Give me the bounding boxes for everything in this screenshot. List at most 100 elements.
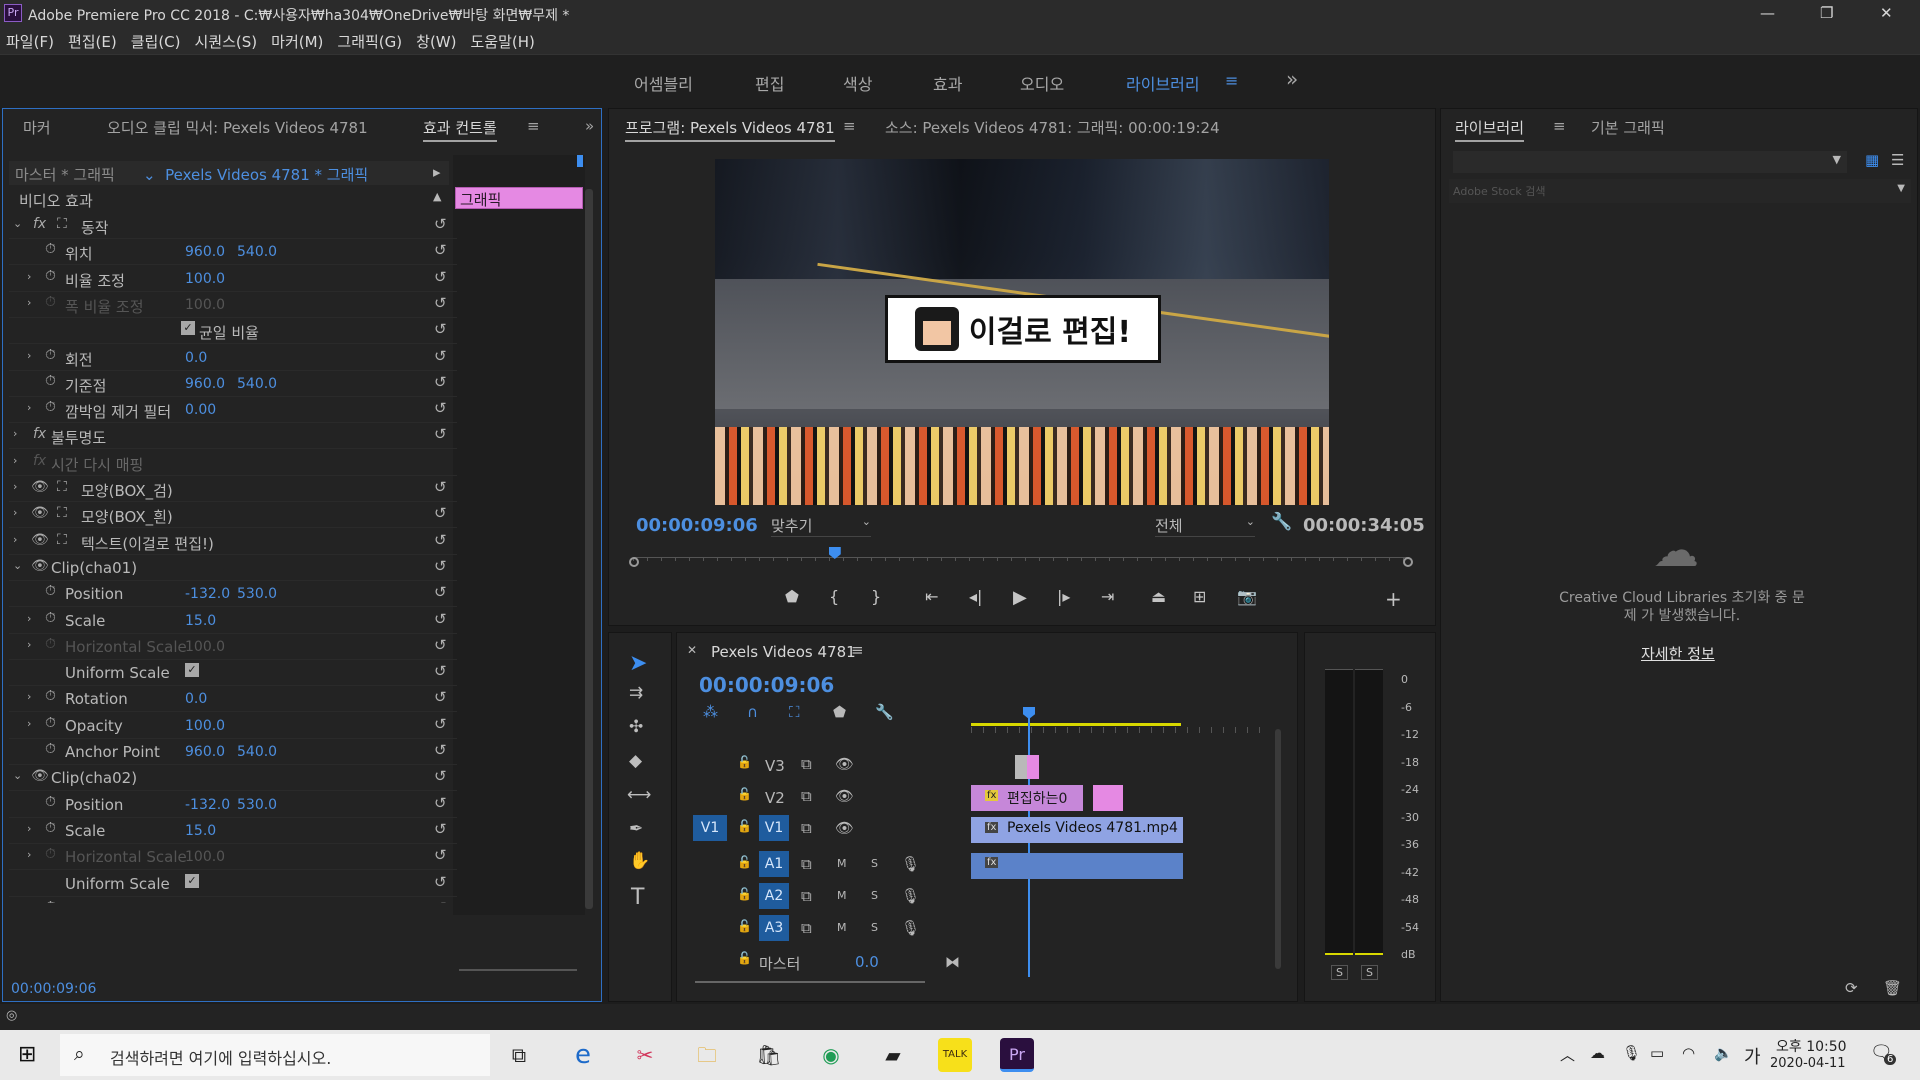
eye-icon[interactable]: 👁 [835,755,854,773]
lock-icon[interactable]: 🔓 [737,951,752,965]
workspace-libraries[interactable]: 라이브러리 [1126,71,1200,95]
effect-row[interactable]: › ⏱ Horizontal Scale 100.0 ↺ [9,844,457,871]
reset-icon[interactable]: ↺ [434,846,447,864]
tab-libraries[interactable]: 라이브러리 [1455,117,1525,142]
collapse-arrow-icon[interactable]: ▲ [433,190,441,203]
mini-zoom-bar[interactable] [459,969,577,971]
property-value[interactable]: 100.0 [185,639,225,655]
effect-row[interactable]: ⏱ 기준점 960.0 540.0 ↺ [9,371,457,397]
effect-controls-timecode[interactable]: 00:00:09:06 [11,981,96,997]
track-name-a2[interactable]: A2 [759,883,789,909]
effect-scrollbar[interactable] [585,189,593,909]
stopwatch-icon[interactable]: ⏱ [45,241,56,257]
master-track-value[interactable]: 0.0 [855,953,879,971]
reset-icon[interactable]: ↺ [434,425,447,443]
workspace-menu-icon[interactable]: ≡ [1225,71,1238,90]
sync-lock-icon[interactable]: ⧉ [801,819,812,837]
sync-lock-icon[interactable]: ⧉ [801,855,812,873]
play-icon[interactable]: ▶ [1013,587,1027,608]
sequence-menu-icon[interactable]: ≡ [851,641,864,659]
property-value[interactable]: 960.0 [185,744,225,760]
expand-arrow-icon[interactable]: › [27,270,31,283]
minimize-button[interactable]: — [1760,4,1775,22]
fx-icon[interactable]: fx [33,453,46,469]
effect-row[interactable]: ⌄ fx ⛶ 동작 ↺ [9,213,457,239]
property-value[interactable]: -132.0 [185,586,230,602]
tab-source[interactable]: 소스: Pexels Videos 4781: 그래픽: 00:00:19:24 [885,117,1220,138]
stock-search-input[interactable]: Adobe Stock 검색 ▼ [1449,179,1911,203]
kakaotalk-icon[interactable]: TALK [938,1038,972,1072]
mic-icon[interactable]: 🎙 [901,919,920,937]
reset-icon[interactable]: ↺ [434,688,447,706]
workspace-effects[interactable]: 효과 [933,71,962,95]
property-value-2[interactable]: 530.0 [237,797,277,813]
expand-arrow-icon[interactable]: › [13,480,17,493]
reset-icon[interactable]: ↺ [434,741,447,759]
panel-overflow-icon[interactable]: » [585,117,594,135]
library-dropdown[interactable]: ▼ [1453,151,1847,173]
list-view-icon[interactable]: ☰ [1891,151,1904,169]
effect-row[interactable]: ⏱ Position -132.0 530.0 ↺ [9,581,457,608]
wifi-icon[interactable]: ◠ [1682,1044,1695,1062]
timeline-vscroll[interactable] [1275,729,1281,969]
stopwatch-icon[interactable]: ⏱ [45,820,56,836]
expand-arrow-icon[interactable]: › [13,533,17,546]
file-explorer-icon[interactable]: 🗀 [690,1038,724,1072]
work-area-bar[interactable] [971,723,1181,726]
menu-clip[interactable]: 클립(C) [131,31,181,52]
onedrive-icon[interactable]: ☁ [1590,1044,1605,1062]
go-to-out-icon[interactable]: ⇥ [1101,587,1114,606]
eye-toggle-icon[interactable]: 👁 [31,479,49,495]
snip-icon[interactable]: ✂ [628,1038,662,1072]
reset-icon[interactable]: ↺ [434,715,447,733]
reset-icon[interactable]: ↺ [434,504,447,522]
reset-icon[interactable]: ↺ [434,347,447,365]
stopwatch-icon[interactable]: ⏱ [45,583,56,599]
ripple-edit-tool-icon[interactable]: ✣ [629,717,643,737]
clip-v3-gray[interactable] [1015,755,1027,779]
property-value-2[interactable]: 540.0 [237,244,277,260]
tab-effect-controls[interactable]: 효과 컨트롤 [423,117,497,142]
mark-in-icon[interactable]: { [829,587,839,606]
property-value[interactable]: 100.0 [185,849,225,865]
lock-icon[interactable]: 🔓 [737,755,752,769]
reset-icon[interactable]: ↺ [434,268,447,286]
clip-v2-graphic[interactable]: fx 편집하는0 [971,785,1083,811]
expand-arrow-icon[interactable]: › [13,454,17,467]
reset-icon[interactable]: ↺ [434,767,447,785]
track-select-tool-icon[interactable]: ⇉ [629,683,643,703]
fx-icon[interactable]: fx [33,426,46,442]
wrench-icon[interactable]: 🔧 [1271,512,1292,532]
property-value[interactable]: 15.0 [185,613,216,629]
scrub-start-handle[interactable] [629,557,639,567]
stopwatch-icon[interactable]: ⏱ [45,373,56,389]
sync-lock-icon[interactable]: ⧉ [801,919,812,937]
effect-row[interactable]: ⏱ Anchor Point 960.0 540.0 ↺ [9,739,457,765]
effect-row[interactable]: › fx 시간 다시 매핑 [9,450,457,476]
mark-out-icon[interactable]: } [871,587,881,606]
mute-button[interactable]: M [837,921,847,934]
reset-icon[interactable]: ↺ [434,636,447,654]
workspace-editing[interactable]: 편집 [755,71,784,95]
mic-icon[interactable]: 🎙 [901,855,920,873]
go-to-end-icon[interactable]: ⧓ [945,953,960,971]
ime-indicator[interactable]: 가 [1744,1043,1761,1069]
effect-row[interactable]: › 👁 ⛶ 모양(BOX_흰) ↺ [9,502,457,529]
snap-icon[interactable]: ∩ [747,703,758,721]
effect-row[interactable]: › 👁 ⛶ 텍스트(이걸로 편집!) ↺ [9,529,457,555]
mic-icon[interactable]: 🎙 [901,887,920,905]
slip-tool-icon[interactable]: ⟷ [627,785,651,805]
fit-dropdown[interactable]: 맞추기 ⌄ [771,515,871,537]
mute-button[interactable]: M [837,889,847,902]
chrome-icon[interactable]: ◉ [814,1038,848,1072]
export-frame-icon[interactable]: 📷 [1237,587,1257,606]
add-marker-icon[interactable]: ⬟ [785,587,799,606]
clock-date[interactable]: 2020-04-11 [1770,1056,1846,1071]
stopwatch-icon[interactable]: ⏱ [45,899,56,903]
timeline-playhead[interactable] [1028,709,1030,977]
eye-toggle-icon[interactable]: 👁 [31,768,49,784]
timeline-settings-icon[interactable]: 🔧 [875,703,894,721]
volume-icon[interactable]: 🔈 [1714,1044,1733,1062]
store-icon[interactable]: 🛍 [752,1038,786,1072]
effect-row[interactable]: Uniform Scale ✓ ↺ [9,660,457,687]
